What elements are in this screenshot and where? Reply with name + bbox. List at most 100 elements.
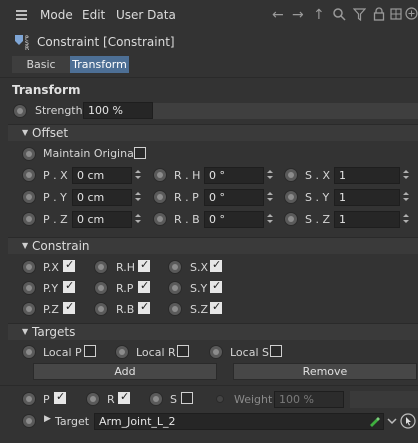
r-p-field[interactable]: 0 ° — [204, 189, 264, 206]
animate-constrain-px-radio[interactable] — [22, 260, 36, 274]
animate-local-p-radio[interactable] — [22, 345, 36, 359]
constrain-rp-label: R.P — [116, 282, 134, 295]
animate-maintain-radio[interactable] — [22, 147, 36, 161]
cursor-icon[interactable] — [400, 413, 416, 429]
animate-constrain-sz-radio[interactable] — [168, 302, 182, 316]
target-link-field[interactable]: Arm_Joint_L_2 — [94, 413, 384, 430]
menu-mode[interactable]: Mode — [40, 8, 73, 22]
filter-icon[interactable] — [353, 8, 366, 21]
target-r-checkbox[interactable] — [118, 390, 130, 404]
local-p-checkbox[interactable] — [84, 345, 96, 357]
remove-button[interactable]: Remove — [233, 363, 417, 380]
chevron-down-icon[interactable] — [385, 413, 399, 429]
pick-object-icon[interactable] — [368, 415, 380, 427]
r-h-field[interactable]: 0 ° — [204, 167, 264, 184]
animate-local-r-radio[interactable] — [115, 345, 129, 359]
p-z-spinner[interactable] — [134, 211, 142, 228]
animate-target-radio[interactable] — [22, 414, 36, 428]
tab-basic[interactable]: Basic — [12, 56, 70, 73]
arrow-right-icon[interactable]: → — [292, 7, 304, 23]
target-s-checkbox[interactable] — [181, 392, 193, 404]
menu-user-data[interactable]: User Data — [116, 8, 176, 22]
s-y-field[interactable]: 1 — [334, 189, 400, 206]
group-targets-header[interactable]: ▼ Targets — [8, 323, 418, 340]
expand-arrow-icon[interactable]: ▶ — [44, 414, 51, 424]
r-h-spinner[interactable] — [266, 167, 274, 184]
local-r-checkbox[interactable] — [177, 345, 189, 357]
constrain-rp-checkbox[interactable] — [138, 279, 150, 293]
animate-constrain-sy-radio[interactable] — [168, 281, 182, 295]
lock-icon[interactable] — [373, 7, 385, 21]
p-x-spinner[interactable] — [134, 167, 142, 184]
arrow-up-icon[interactable]: ↑ — [313, 7, 325, 23]
s-z-spinner[interactable] — [402, 211, 410, 228]
animate-sx-radio[interactable] — [284, 168, 298, 182]
animate-px-radio[interactable] — [22, 168, 36, 182]
p-z-field[interactable]: 0 cm — [72, 211, 132, 228]
r-h-label: R . H — [174, 169, 201, 182]
maintain-original-checkbox[interactable] — [134, 147, 146, 159]
r-b-field[interactable]: 0 ° — [204, 211, 264, 228]
animate-constrain-rh-radio[interactable] — [94, 260, 108, 274]
strength-field[interactable]: 100 % — [83, 102, 153, 119]
menu-edit[interactable]: Edit — [82, 8, 105, 22]
local-s-label: Local S — [230, 346, 269, 359]
target-p-checkbox[interactable] — [54, 390, 66, 404]
target-p-label: P — [43, 393, 50, 406]
constrain-sx-checkbox[interactable] — [210, 258, 222, 272]
weight-slider[interactable] — [350, 391, 418, 408]
constrain-rh-checkbox[interactable] — [138, 258, 150, 272]
group-constrain-header[interactable]: ▼ Constrain — [8, 237, 418, 254]
animate-strength-radio[interactable] — [13, 104, 27, 118]
add-button[interactable]: Add — [33, 363, 217, 380]
constrain-sy-label: S.Y — [190, 282, 208, 295]
animate-rp-radio[interactable] — [153, 190, 167, 204]
constrain-px-checkbox[interactable] — [63, 258, 75, 272]
s-x-field[interactable]: 1 — [334, 167, 400, 184]
animate-weight-radio[interactable] — [216, 395, 224, 403]
grid-icon[interactable] — [390, 8, 402, 20]
r-b-spinner[interactable] — [266, 211, 274, 228]
p-y-field[interactable]: 0 cm — [72, 189, 132, 206]
plus-icon[interactable] — [405, 7, 418, 20]
group-offset-header[interactable]: ▼ Offset — [8, 124, 418, 141]
animate-target-r-radio[interactable] — [86, 392, 100, 406]
constrain-sz-checkbox[interactable] — [210, 300, 222, 314]
animate-constrain-sx-radio[interactable] — [168, 260, 182, 274]
search-icon[interactable] — [333, 8, 346, 21]
animate-rb-radio[interactable] — [153, 212, 167, 226]
constrain-pz-checkbox[interactable] — [63, 300, 75, 314]
constrain-py-checkbox[interactable] — [63, 279, 75, 293]
constrain-sy-checkbox[interactable] — [210, 279, 222, 293]
s-z-field[interactable]: 1 — [334, 211, 400, 228]
s-x-spinner[interactable] — [402, 167, 410, 184]
animate-rh-radio[interactable] — [153, 168, 167, 182]
constrain-sz-label: S.Z — [190, 303, 209, 316]
animate-target-p-radio[interactable] — [22, 392, 36, 406]
animate-sz-radio[interactable] — [284, 212, 298, 226]
p-x-field[interactable]: 0 cm — [72, 167, 132, 184]
local-s-checkbox[interactable] — [270, 345, 282, 357]
r-p-spinner[interactable] — [266, 189, 274, 206]
constrain-rb-checkbox[interactable] — [138, 300, 150, 314]
animate-constrain-rb-radio[interactable] — [94, 302, 108, 316]
animate-constrain-pz-radio[interactable] — [22, 302, 36, 316]
weight-field[interactable]: 100 % — [274, 391, 344, 408]
menu-bar: Mode Edit User Data ← → ↑ — [0, 0, 418, 30]
s-y-spinner[interactable] — [402, 189, 410, 206]
animate-sy-radio[interactable] — [284, 190, 298, 204]
animate-constrain-rp-radio[interactable] — [94, 281, 108, 295]
animate-constrain-py-radio[interactable] — [22, 281, 36, 295]
constraint-tag-icon: P S R — [15, 35, 29, 51]
animate-py-radio[interactable] — [22, 190, 36, 204]
animate-target-s-radio[interactable] — [149, 392, 163, 406]
tab-transform[interactable]: Transform — [70, 56, 129, 73]
animate-local-s-radio[interactable] — [209, 345, 223, 359]
p-y-spinner[interactable] — [134, 189, 142, 206]
local-r-label: Local R — [136, 346, 176, 359]
constrain-sx-label: S.X — [190, 261, 209, 274]
animate-pz-radio[interactable] — [22, 212, 36, 226]
hamburger-icon[interactable] — [16, 10, 27, 20]
arrow-left-icon[interactable]: ← — [272, 7, 284, 23]
strength-slider[interactable] — [153, 103, 418, 119]
